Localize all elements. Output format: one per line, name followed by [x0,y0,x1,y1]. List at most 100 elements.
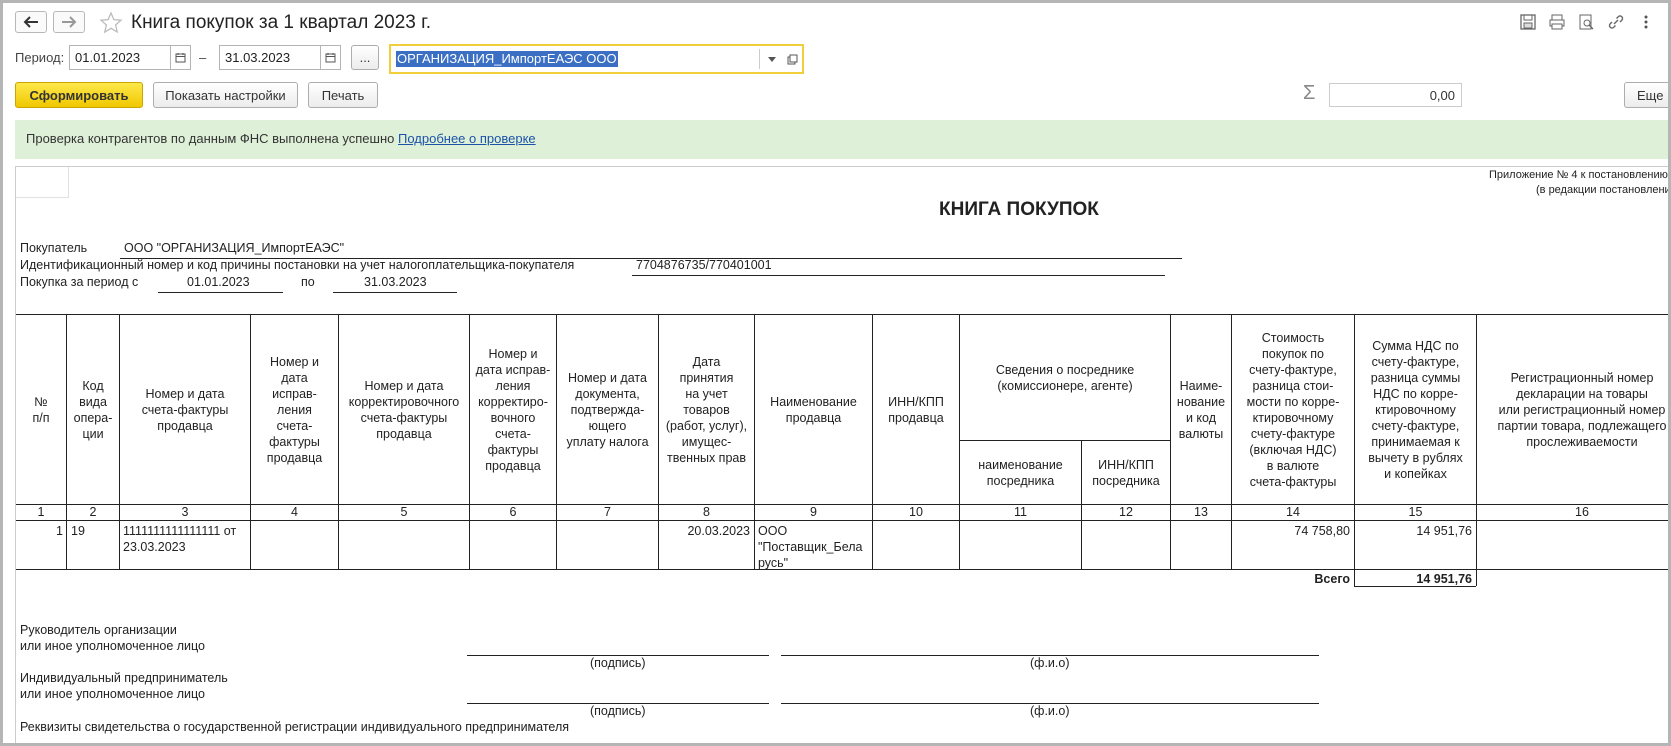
signature-caption: (подпись) [590,704,646,718]
banner-details-link[interactable]: Подробнее о проверке [398,131,536,146]
period-label: Период: [15,50,65,65]
organization-field[interactable]: ОРГАНИЗАЦИЯ_ИмпортЕАЭС ООО [389,44,804,74]
col-number: 5 [400,505,408,519]
col-header-11: наименование посредника [978,457,1063,488]
col-header-13: Наиме- нование и код валюты [1176,378,1226,441]
report-title: КНИГА ПОКУПОК [939,199,1099,220]
col-number: 6 [509,505,517,519]
head-label-2: или иное уполномоченное лицо [20,639,206,653]
head-label-1: Руководитель организации [20,623,177,637]
inn-label: Идентификационный номер и код причины по… [20,258,575,272]
print-button[interactable]: Печать [308,82,378,108]
forward-button[interactable] [53,11,85,33]
ip-label-1: Индивидуальный предприниматель [20,671,228,685]
window-title: Книга покупок за 1 квартал 2023 г. [131,12,432,33]
print-icon[interactable] [1548,13,1568,31]
row-seller[interactable]: ООО "Поставщик_Бела русь" [758,523,870,571]
col-header-4: Номер и дата исправ- ления счета- фактур… [266,354,323,465]
col-header-9: Наименование продавца [770,394,857,425]
col-number: 1 [37,505,45,519]
col-header-16: Регистрационный номер декларации на това… [1497,370,1667,449]
preview-icon[interactable] [1577,13,1597,31]
underline [158,292,283,293]
underline [632,275,1165,276]
col-header-11-12: Сведения о посреднике (комиссионере, аге… [995,362,1135,393]
period-dash: – [199,50,207,65]
organization-input[interactable]: ОРГАНИЗАЦИЯ_ИмпортЕАЭС ООО [396,51,618,67]
row-operation-code[interactable]: 19 [71,523,85,539]
col-number: 3 [181,505,189,519]
row-cost[interactable]: 74 758,80 [1232,523,1350,539]
col-header-7: Номер и дата документа, подтвержда- ющег… [566,370,649,449]
col-number: 11 [1014,505,1027,519]
calendar-to-icon[interactable] [321,45,341,70]
save-icon[interactable] [1519,13,1539,31]
back-button[interactable] [15,11,47,33]
date-from-input[interactable]: 01.01.2023 [69,45,171,70]
divider [759,49,760,69]
total-label: Всего [1314,572,1350,586]
fns-check-banner: Проверка контрагентов по данным ФНС выпо… [15,120,1668,159]
row-vat[interactable]: 14 951,76 [1355,523,1472,539]
col-header-15: Сумма НДС по счету-фактуре, разница сумм… [1368,338,1463,481]
row-invoice[interactable]: 1111111111111111 от 23.03.2023 [123,523,248,555]
col-header-10: ИНН/КПП продавца [888,394,944,425]
buyer-label: Покупатель [20,241,88,255]
period-to-label: по [301,275,315,289]
report-document: Приложение № 4 к постановлению (в редакц… [15,166,1671,743]
signature-caption: (подпись) [590,656,646,670]
col-header-12: ИНН/КПП посредника [1092,457,1160,488]
col-header-3: Номер и дата счета-фактуры продавца [141,386,229,433]
col-header-8: Дата принятия на учет товаров (работ, ус… [665,354,748,465]
calendar-from-icon[interactable] [171,45,191,70]
date-to-input[interactable]: 31.03.2023 [219,45,321,70]
requisites-label: Реквизиты свидетельства о государственно… [20,720,570,734]
col-number: 4 [291,505,298,519]
col-number: 14 [1286,505,1300,519]
col-header-5: Номер и дата корректировочного счета-фак… [348,378,460,441]
ip-label-2: или иное уполномоченное лицо [20,687,206,701]
generate-button[interactable]: Сформировать [15,82,143,108]
period-from-value: 01.01.2023 [187,275,250,289]
open-icon[interactable] [783,49,801,69]
row-accept-date[interactable]: 20.03.2023 [659,523,750,539]
total-vat: 14 951,76 [1416,572,1472,586]
arrow-left-icon [23,16,38,28]
col-number: 9 [810,505,817,519]
row-number[interactable]: 1 [16,523,63,539]
col-header-2: Код вида опера- ции [73,378,113,441]
link-icon[interactable] [1607,13,1627,31]
col-header-6: Номер и дата исправ- ления корректиро- в… [475,346,551,473]
col-number: 2 [89,505,97,519]
underline [333,292,457,293]
col-number: 12 [1119,505,1133,519]
grid-line [16,520,1668,521]
sum-field: 0,00 [1329,83,1462,107]
col-header-14: Стоимость покупок по счету-фактуре, разн… [1246,330,1340,489]
more-button[interactable]: Еще [1624,82,1668,108]
period-to-value: 31.03.2023 [364,275,427,289]
fio-caption: (ф.и.о) [1030,704,1070,718]
arrow-right-icon [62,16,77,28]
show-settings-button[interactable]: Показать настройки [153,82,298,108]
col-number: 16 [1575,505,1589,519]
col-number: 13 [1194,505,1208,519]
more-vertical-icon[interactable] [1637,13,1657,31]
fio-caption: (ф.и.о) [1030,656,1070,670]
period-select-button[interactable]: ... [351,45,379,70]
report-window: Книга покупок за 1 квартал 2023 г. Перио… [0,0,1671,746]
chevron-down-icon[interactable] [763,49,781,69]
appendix-line-1: Приложение № 4 к постановлению [1489,169,1668,181]
buyer-value: ООО "ОРГАНИЗАЦИЯ_ИмпортЕАЭС" [124,241,345,255]
favorite-star-icon[interactable] [99,11,123,38]
col-header-1: № п/п [32,394,50,425]
period-from-label: Покупка за период с [20,275,139,289]
report-corner [16,167,69,198]
col-number: 15 [1408,505,1423,519]
banner-text: Проверка контрагентов по данным ФНС выпо… [26,131,395,146]
sum-icon: Σ [1303,82,1316,104]
col-number: 8 [703,505,710,519]
col-number: 7 [604,505,611,519]
appendix-line-2: (в редакции постановлени [1536,184,1671,196]
col-number: 10 [909,505,923,519]
